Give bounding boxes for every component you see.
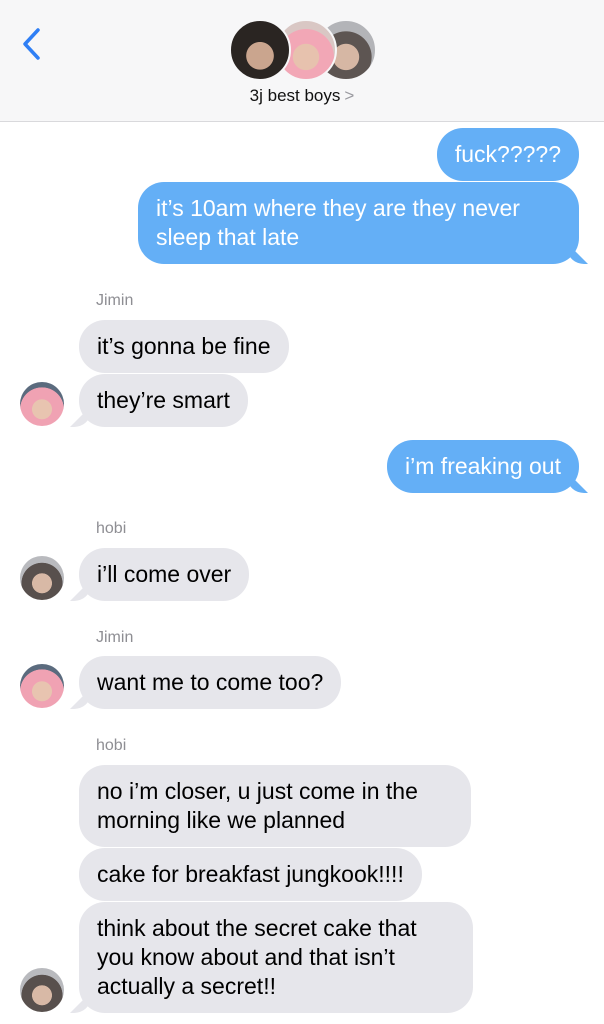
message-bubble-incoming[interactable]: they’re smart	[79, 374, 248, 427]
message-text: they’re smart	[97, 387, 230, 413]
message-text: fuck?????	[454, 141, 561, 167]
conversation-header: 3j best boys >	[0, 0, 604, 122]
chevron-left-icon	[23, 28, 40, 60]
sender-name: hobi	[96, 737, 127, 754]
sender-name: hobi	[96, 520, 127, 537]
group-avatars[interactable]	[229, 19, 379, 81]
avatar[interactable]	[20, 382, 64, 426]
message-bubble-incoming[interactable]: want me to come too?	[79, 656, 342, 709]
sender-name: Jimin	[96, 629, 134, 646]
message-text: i’ll come over	[97, 561, 232, 587]
message-text: it’s 10am where they are they never slee…	[156, 195, 520, 250]
avatar[interactable]	[20, 968, 64, 1012]
avatar	[229, 19, 291, 81]
message-bubble-outgoing[interactable]: it’s 10am where they are they never slee…	[138, 182, 579, 264]
message-text: think about the secret cake that you kno…	[97, 915, 417, 999]
avatar[interactable]	[20, 664, 64, 708]
message-bubble-incoming[interactable]: cake for breakfast jungkook!!!!	[79, 848, 422, 901]
message-text: i’m freaking out	[405, 453, 561, 479]
message-bubble-outgoing[interactable]: fuck?????	[436, 128, 579, 181]
group-name-label: 3j best boys	[249, 86, 341, 105]
message-text: cake for breakfast jungkook!!!!	[97, 861, 404, 887]
message-bubble-outgoing[interactable]: i’m freaking out	[387, 440, 579, 493]
message-bubble-incoming[interactable]: think about the secret cake that you kno…	[79, 902, 473, 1013]
chevron-right-icon: >	[344, 86, 355, 105]
message-text: want me to come too?	[97, 669, 324, 695]
message-text: no i’m closer, u just come in the mornin…	[97, 778, 418, 833]
back-button[interactable]	[18, 26, 48, 62]
group-name[interactable]: 3j best boys >	[0, 86, 604, 106]
message-text: it’s gonna be fine	[97, 333, 271, 359]
sender-name: Jimin	[96, 292, 134, 309]
message-bubble-incoming[interactable]: no i’m closer, u just come in the mornin…	[79, 765, 471, 847]
avatar[interactable]	[20, 556, 64, 600]
message-bubble-incoming[interactable]: i’ll come over	[79, 548, 250, 601]
message-bubble-incoming[interactable]: it’s gonna be fine	[79, 320, 289, 373]
